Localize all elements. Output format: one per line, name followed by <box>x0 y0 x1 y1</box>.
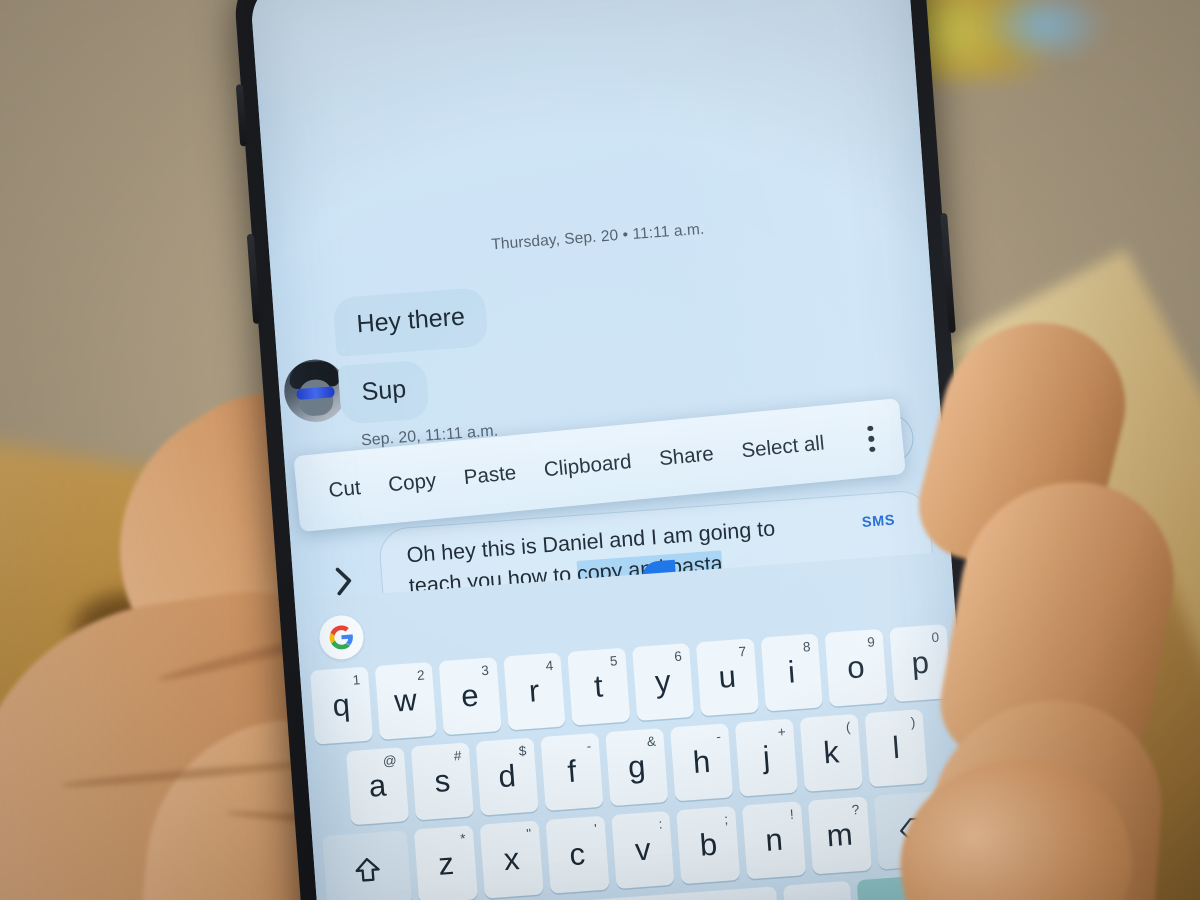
right-hand <box>0 0 1200 900</box>
photo-scene: Thursday, Sep. 20 • 11:11 a.m. Hey there… <box>0 0 1200 900</box>
